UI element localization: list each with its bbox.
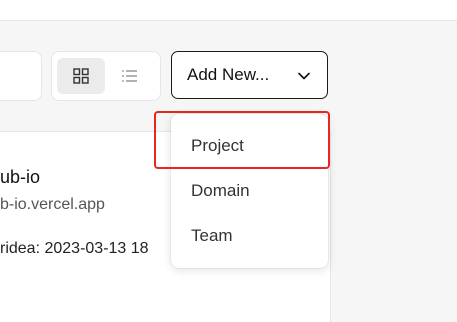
project-name[interactable]: ub-io	[0, 167, 40, 188]
menu-item-domain[interactable]: Domain	[191, 181, 250, 201]
search-input[interactable]	[0, 51, 42, 101]
list-view-button[interactable]	[106, 58, 154, 94]
add-new-button[interactable]: Add New...	[171, 51, 328, 99]
grid-view-button[interactable]	[57, 58, 105, 94]
grid-icon	[73, 68, 89, 84]
top-bar	[0, 0, 457, 21]
menu-item-team[interactable]: Team	[191, 226, 233, 246]
page: Add New... ub-io b-io.vercel.app ridea: …	[0, 0, 457, 322]
add-new-label: Add New...	[187, 65, 270, 84]
chevron-down-icon	[298, 72, 310, 80]
card-divider	[330, 131, 331, 322]
project-meta: ridea: 2023-03-13 18	[0, 240, 149, 257]
view-toggle	[51, 51, 161, 101]
project-url[interactable]: b-io.vercel.app	[0, 196, 105, 214]
highlight-box	[154, 111, 330, 169]
list-icon	[122, 70, 137, 82]
